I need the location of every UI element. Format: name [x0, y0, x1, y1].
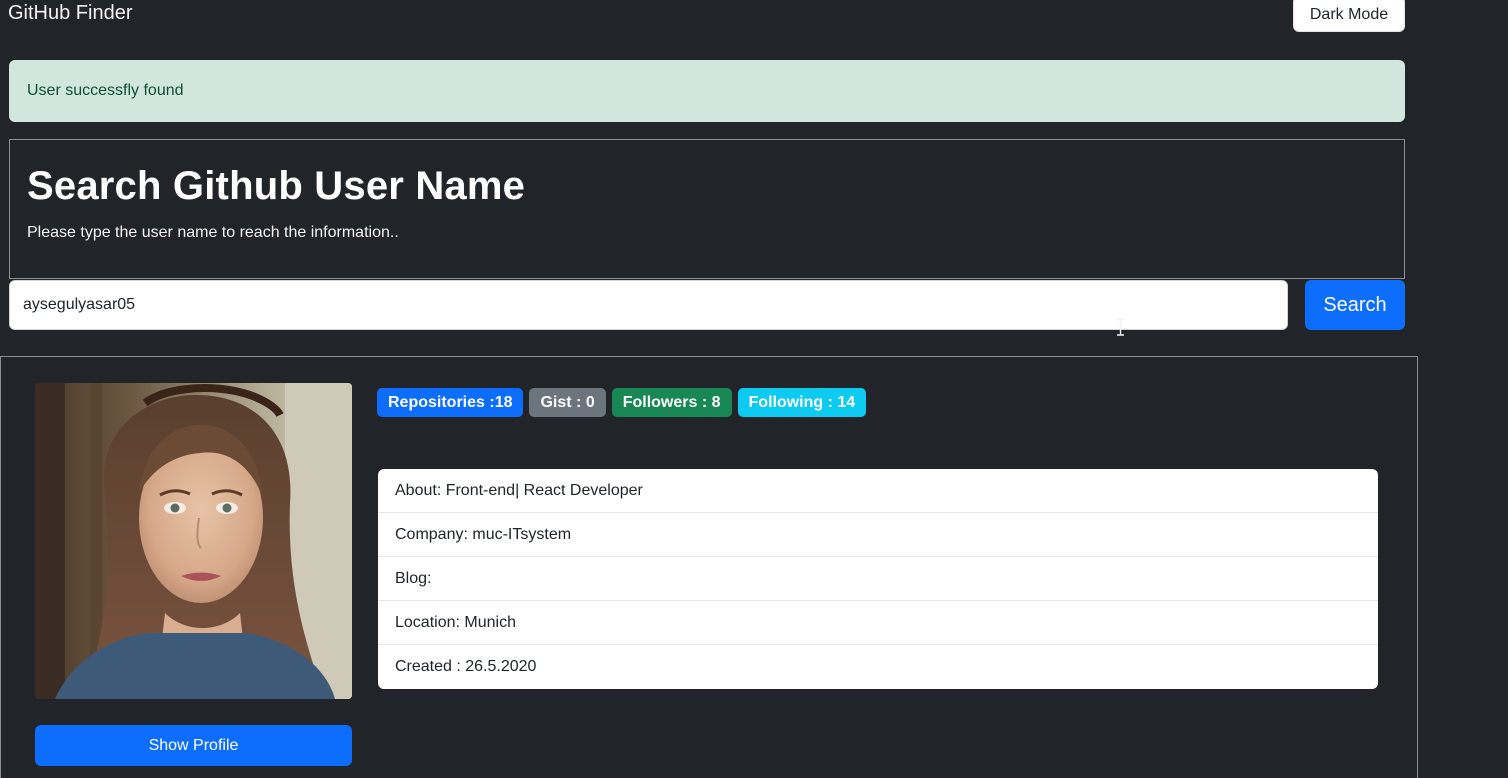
show-profile-button[interactable]: Show Profile — [35, 725, 352, 766]
detail-created: Created : 26.5.2020 — [395, 658, 537, 675]
following-badge: Following : 14 — [737, 388, 867, 417]
navbar-brand[interactable]: GitHub Finder — [8, 2, 133, 25]
username-search-input[interactable] — [9, 280, 1288, 330]
detail-company: Company: muc-ITsystem — [378, 513, 1378, 557]
search-header: Search Github User Name Please type the … — [9, 139, 1405, 279]
detail-about: About: Front-end| React Developer — [378, 469, 1378, 513]
repositories-badge: Repositories :18 — [377, 388, 524, 417]
page-subtitle: Please type the user name to reach the i… — [27, 224, 399, 241]
gist-badge: Gist : 0 — [529, 388, 606, 417]
text-cursor-icon — [1117, 318, 1124, 336]
detail-blog: Blog: — [378, 557, 1378, 601]
avatar — [35, 383, 352, 699]
stats-badges: Repositories :18 Gist : 0 Followers : 8 … — [377, 388, 867, 417]
success-alert: User successfly found — [9, 60, 1405, 122]
user-details-list: About: Front-end| React Developer Compan… — [378, 469, 1378, 689]
page-title: Search Github User Name — [27, 164, 526, 208]
followers-badge: Followers : 8 — [611, 388, 732, 417]
detail-location: Location: Munich — [378, 601, 1378, 645]
avatar-photo — [35, 383, 352, 699]
dark-mode-button[interactable]: Dark Mode — [1293, 0, 1405, 32]
search-button[interactable]: Search — [1305, 280, 1405, 330]
